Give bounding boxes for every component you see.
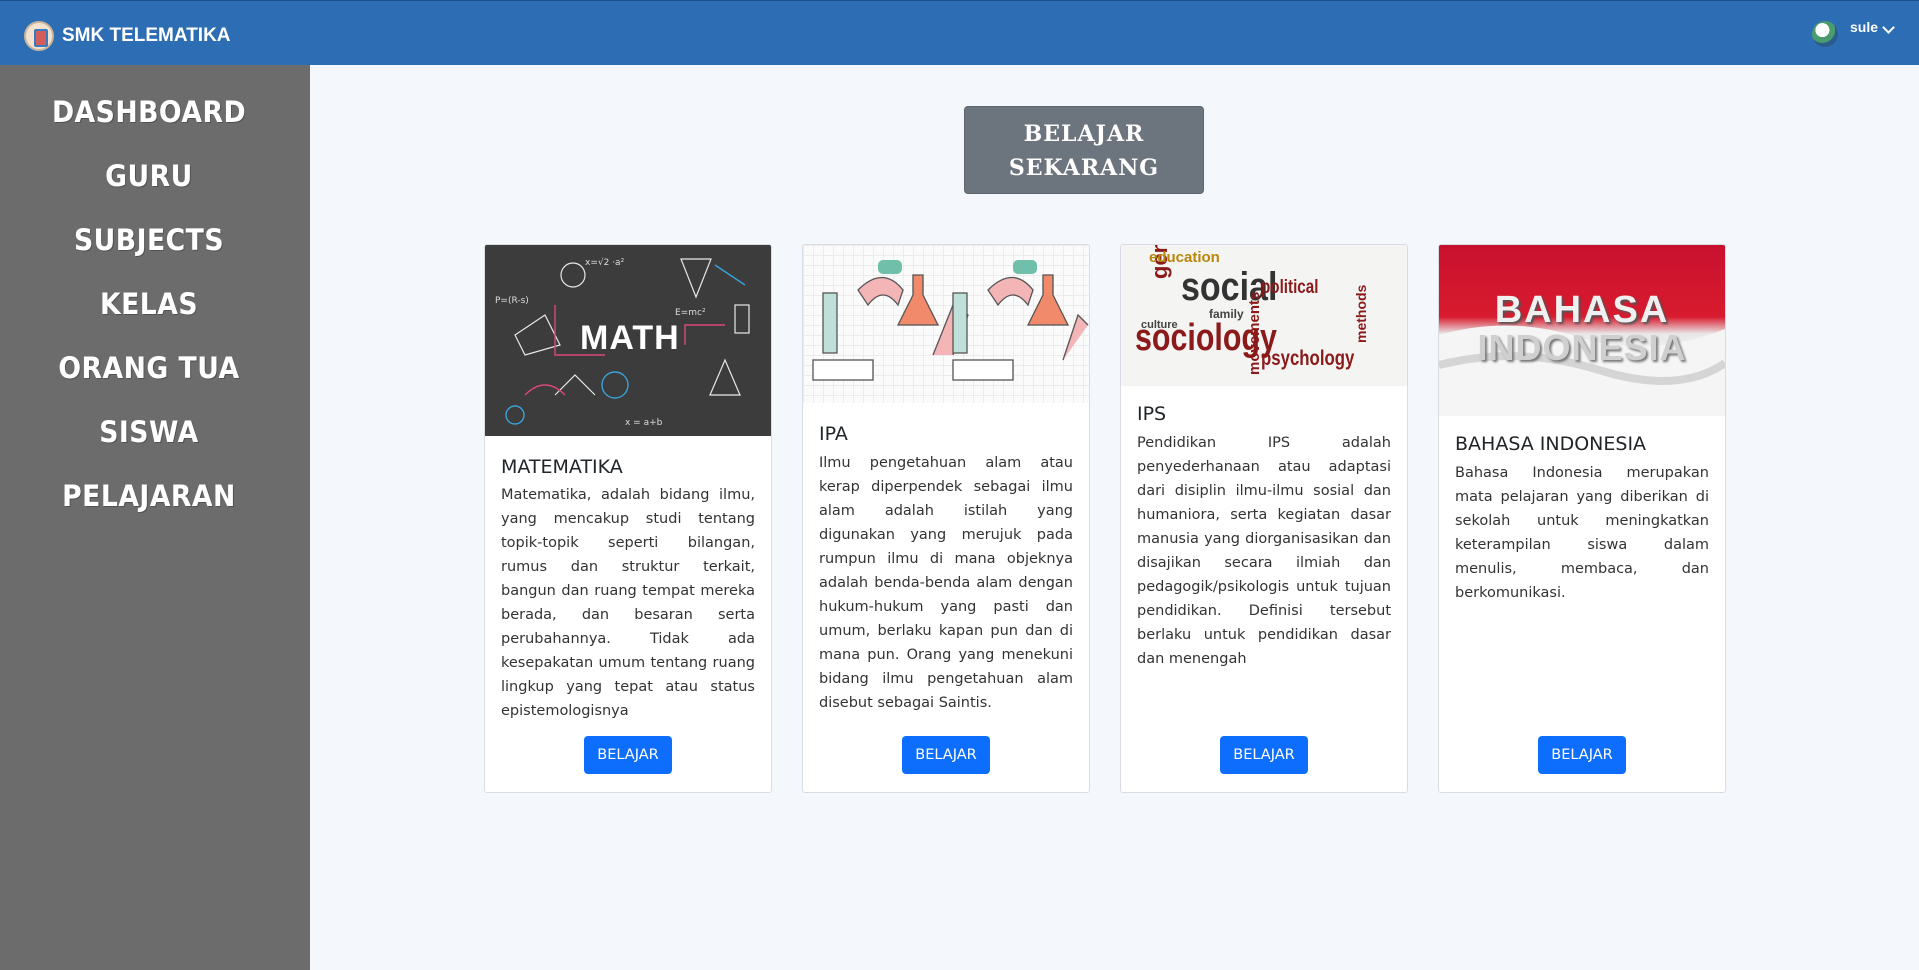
word-psychology: psychology: [1261, 347, 1355, 370]
sidebar-item-guru[interactable]: GURU: [12, 159, 286, 193]
sidebar-item-kelas[interactable]: KELAS: [12, 287, 286, 321]
word-education: education: [1149, 249, 1220, 266]
word-family: family: [1209, 307, 1244, 321]
word-movements: movements: [1246, 291, 1263, 375]
ipa-image: [803, 245, 1089, 403]
school-logo-icon: [24, 21, 54, 51]
user-name: sule: [1849, 19, 1878, 35]
subject-card-ips: social sociology gender psychology polit…: [1120, 244, 1408, 793]
sidebar-item-subjects[interactable]: SUBJECTS: [12, 223, 286, 257]
belajar-button-bahasa-indonesia[interactable]: BELAJAR: [1538, 736, 1626, 774]
card-description: Ilmu pengetahuan alam atau kerap diperpe…: [819, 455, 1073, 711]
card-description: Bahasa Indonesia merupakan mata pelajara…: [1455, 465, 1709, 601]
svg-text:E=mc²: E=mc²: [675, 308, 706, 318]
math-image-label: MATH: [580, 319, 680, 357]
image-text-bahasa: BAHASA: [1494, 289, 1670, 331]
user-avatar: [1811, 21, 1838, 47]
sidebar-item-dashboard[interactable]: DASHBOARD: [12, 95, 286, 129]
belajar-button-matematika[interactable]: BELAJAR: [584, 736, 672, 774]
svg-text:P=(R-s): P=(R-s): [495, 296, 529, 306]
image-text-indonesia: INDONESIA: [1477, 327, 1687, 368]
science-lab-icon: [812, 260, 1089, 381]
card-description: Pendidikan IPS adalah penyederhanaan ata…: [1137, 435, 1391, 667]
top-navbar: SMK TELEMATIKA sule: [0, 0, 1919, 65]
chevron-down-icon: [1882, 21, 1895, 34]
cta-line-1: BELAJAR: [1023, 121, 1145, 147]
word-methods: methods: [1353, 284, 1369, 343]
sidebar: DASHBOARD GURU SUBJECTS KELAS ORANG TUA …: [0, 65, 310, 970]
svg-text:x=√2 ·a²: x=√2 ·a²: [585, 257, 625, 268]
card-title: IPA: [819, 423, 848, 445]
belajar-sekarang-button[interactable]: BELAJAR SEKARANG: [964, 106, 1204, 194]
subject-card-ipa: IPA Ilmu pengetahuan alam atau kerap dip…: [802, 244, 1090, 793]
bahasa-indonesia-image: BAHASA INDONESIA: [1439, 245, 1725, 416]
sidebar-item-siswa[interactable]: SISWA: [12, 415, 286, 449]
brand-name: SMK TELEMATIKA: [62, 25, 231, 46]
word-culture: culture: [1141, 319, 1178, 331]
belajar-button-ipa[interactable]: BELAJAR: [902, 736, 990, 774]
sidebar-item-pelajaran[interactable]: PELAJARAN: [12, 479, 286, 513]
belajar-button-ips[interactable]: BELAJAR: [1220, 736, 1308, 774]
math-image: x=√2 ·a² P=(R-s) E=mc² x = a+b MATH: [485, 245, 771, 436]
svg-text:x = a+b: x = a+b: [625, 418, 663, 428]
ips-image: social sociology gender psychology polit…: [1121, 245, 1407, 386]
card-title: BAHASA INDONESIA: [1455, 433, 1647, 455]
card-title: IPS: [1137, 403, 1167, 425]
user-menu[interactable]: sule: [1811, 19, 1895, 47]
subject-card-matematika: x=√2 ·a² P=(R-s) E=mc² x = a+b MATH MATE…: [484, 244, 772, 793]
sidebar-item-orang-tua[interactable]: ORANG TUA: [12, 351, 286, 385]
word-political: political: [1261, 277, 1319, 298]
card-description: Matematika, adalah bidang ilmu, yang men…: [501, 487, 755, 719]
card-title: MATEMATIKA: [501, 456, 623, 478]
cta-line-2: SEKARANG: [1008, 155, 1160, 181]
subject-card-bahasa-indonesia: BAHASA INDONESIA BAHASA INDONESIA Bahasa…: [1438, 244, 1726, 793]
brand[interactable]: SMK TELEMATIKA: [24, 21, 231, 51]
